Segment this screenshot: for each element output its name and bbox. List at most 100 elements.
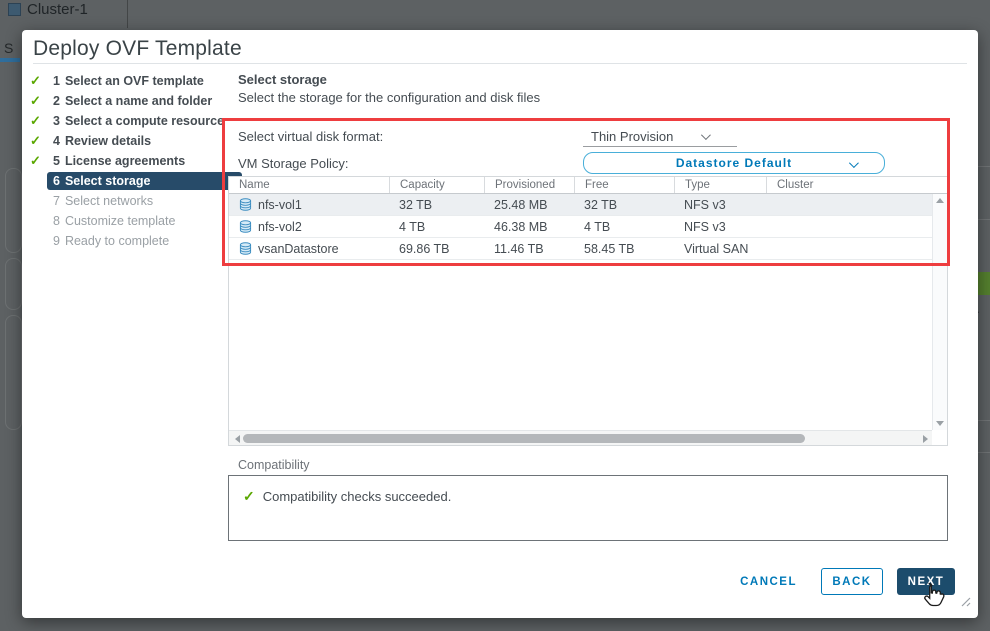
step-label: Customize template <box>65 214 175 228</box>
datastore-name: nfs-vol2 <box>258 220 302 234</box>
step-number: 9 <box>53 234 60 248</box>
scroll-left-icon[interactable] <box>235 435 240 443</box>
cell-provisioned: 46.38 MB <box>484 220 574 234</box>
background-divider <box>127 0 128 28</box>
wizard-steps: ✓ 1 Select an OVF template ✓ 2 Select a na… <box>30 71 242 251</box>
cell-provisioned: 11.46 TB <box>484 242 574 256</box>
step-number: 5 <box>53 154 60 168</box>
screen: Cluster-1 S 2. Deploy OVF Template ✓ 1Se… <box>0 0 990 631</box>
scroll-up-icon[interactable] <box>936 198 944 203</box>
cell-free: 58.45 TB <box>574 242 674 256</box>
datastore-name: nfs-vol1 <box>258 198 302 212</box>
column-header-free[interactable]: Free <box>574 177 674 193</box>
column-header-cluster[interactable]: Cluster <box>766 177 947 193</box>
wizard-step-4[interactable]: ✓ 4 Review details <box>30 131 242 151</box>
cell-capacity: 4 TB <box>389 220 484 234</box>
datastore-icon <box>239 220 252 233</box>
cancel-button[interactable]: CANCEL <box>740 576 797 588</box>
step-number: 8 <box>53 214 60 228</box>
wizard-step-1[interactable]: ✓ 1 Select an OVF template <box>30 71 242 91</box>
compatibility-box: ✓ Compatibility checks succeeded. <box>228 475 948 541</box>
storage-policy-label: VM Storage Policy: <box>238 156 349 171</box>
background-card <box>5 315 22 430</box>
datastore-table: Name Capacity Provisioned Free Type Clus… <box>228 176 948 446</box>
cell-type: NFS v3 <box>674 220 766 234</box>
resize-handle[interactable] <box>960 594 971 612</box>
cell-free: 32 TB <box>574 198 674 212</box>
storage-policy-select[interactable]: Datastore Default <box>583 152 885 174</box>
scroll-down-icon[interactable] <box>936 421 944 426</box>
check-icon: ✓ <box>30 133 47 149</box>
page-subtitle: Select the storage for the configuration… <box>238 90 540 105</box>
column-header-type[interactable]: Type <box>674 177 766 193</box>
storage-policy-value: Datastore Default <box>676 156 792 170</box>
table-row-nfs-vol2[interactable]: nfs-vol2 4 TB 46.38 MB 4 TB NFS v3 <box>229 216 932 238</box>
column-header-provisioned[interactable]: Provisioned <box>484 177 574 193</box>
chevron-down-icon <box>849 158 859 168</box>
horizontal-scrollbar[interactable] <box>229 430 932 445</box>
next-button[interactable]: NEXT <box>897 568 955 595</box>
wizard-step-5[interactable]: ✓ 5 License agreements <box>30 151 242 171</box>
cell-capacity: 32 TB <box>389 198 484 212</box>
column-header-name[interactable]: Name <box>229 177 389 193</box>
step-label: Select an OVF template <box>65 74 204 88</box>
cell-type: NFS v3 <box>674 198 766 212</box>
back-button[interactable]: BACK <box>821 568 883 595</box>
step-label: Select a compute resource <box>65 114 224 128</box>
step-label: License agreements <box>65 154 185 168</box>
wizard-step-8[interactable]: 8 Customize template <box>30 211 242 231</box>
success-check-icon: ✓ <box>243 488 255 505</box>
title-divider <box>33 63 967 64</box>
step-number: 6 <box>53 174 60 188</box>
table-row-vsanDatastore[interactable]: vsanDatastore 69.86 TB 11.46 TB 58.45 TB… <box>229 238 932 260</box>
check-icon: ✓ <box>30 73 47 89</box>
table-row-nfs-vol1[interactable]: nfs-vol1 32 TB 25.48 MB 32 TB NFS v3 <box>229 194 932 216</box>
background-tab-indicator <box>0 58 20 62</box>
background-card <box>5 258 22 310</box>
scrollbar-thumb[interactable] <box>243 434 805 443</box>
table-body: nfs-vol1 32 TB 25.48 MB 32 TB NFS v3 nfs… <box>229 194 932 430</box>
column-header-capacity[interactable]: Capacity <box>389 177 484 193</box>
check-icon: ✓ <box>30 93 47 109</box>
vertical-scrollbar[interactable] <box>932 194 947 430</box>
wizard-step-7[interactable]: 7 Select networks <box>30 191 242 211</box>
disk-format-select[interactable]: Thin Provision <box>583 126 737 147</box>
cell-free: 4 TB <box>574 220 674 234</box>
cell-provisioned: 25.48 MB <box>484 198 574 212</box>
cell-type: Virtual SAN <box>674 242 766 256</box>
chevron-down-icon <box>701 130 711 140</box>
background-cluster-breadcrumb: Cluster-1 <box>8 1 88 18</box>
datastore-icon <box>239 242 252 255</box>
step-label: Review details <box>65 134 151 148</box>
step-number: 2 <box>53 94 60 108</box>
step-label: Select storage <box>65 174 150 188</box>
cluster-icon <box>8 3 21 16</box>
step-label: Select networks <box>65 194 153 208</box>
table-header: Name Capacity Provisioned Free Type Clus… <box>229 177 947 194</box>
disk-format-label: Select virtual disk format: <box>238 129 383 144</box>
step-label: Ready to complete <box>65 234 169 248</box>
page-title: Select storage <box>238 72 327 87</box>
step-number: 4 <box>53 134 60 148</box>
wizard-step-2[interactable]: ✓ 2 Select a name and folder <box>30 91 242 111</box>
dialog-title: Deploy OVF Template <box>33 37 242 61</box>
background-card <box>5 168 22 253</box>
datastore-name: vsanDatastore <box>258 242 339 256</box>
check-icon: ✓ <box>30 153 47 169</box>
cell-capacity: 69.86 TB <box>389 242 484 256</box>
scroll-right-icon[interactable] <box>923 435 928 443</box>
step-number: 1 <box>53 74 60 88</box>
deploy-ovf-dialog: Deploy OVF Template ✓ 1 Select an OVF tem… <box>22 30 978 618</box>
wizard-step-3[interactable]: ✓ 3 Select a compute resource <box>30 111 242 131</box>
step-number: 3 <box>53 114 60 128</box>
wizard-step-9[interactable]: 9 Ready to complete <box>30 231 242 251</box>
wizard-step-6-current[interactable]: 6 Select storage <box>30 171 242 191</box>
background-tab-letter: S <box>4 40 13 56</box>
cluster-label: Cluster-1 <box>27 1 88 18</box>
dialog-footer: CANCEL BACK NEXT <box>740 568 955 595</box>
step-number: 7 <box>53 194 60 208</box>
step-label: Select a name and folder <box>65 94 212 108</box>
check-icon: ✓ <box>30 113 47 129</box>
compatibility-message: Compatibility checks succeeded. <box>263 489 452 504</box>
compatibility-label: Compatibility <box>238 458 310 472</box>
